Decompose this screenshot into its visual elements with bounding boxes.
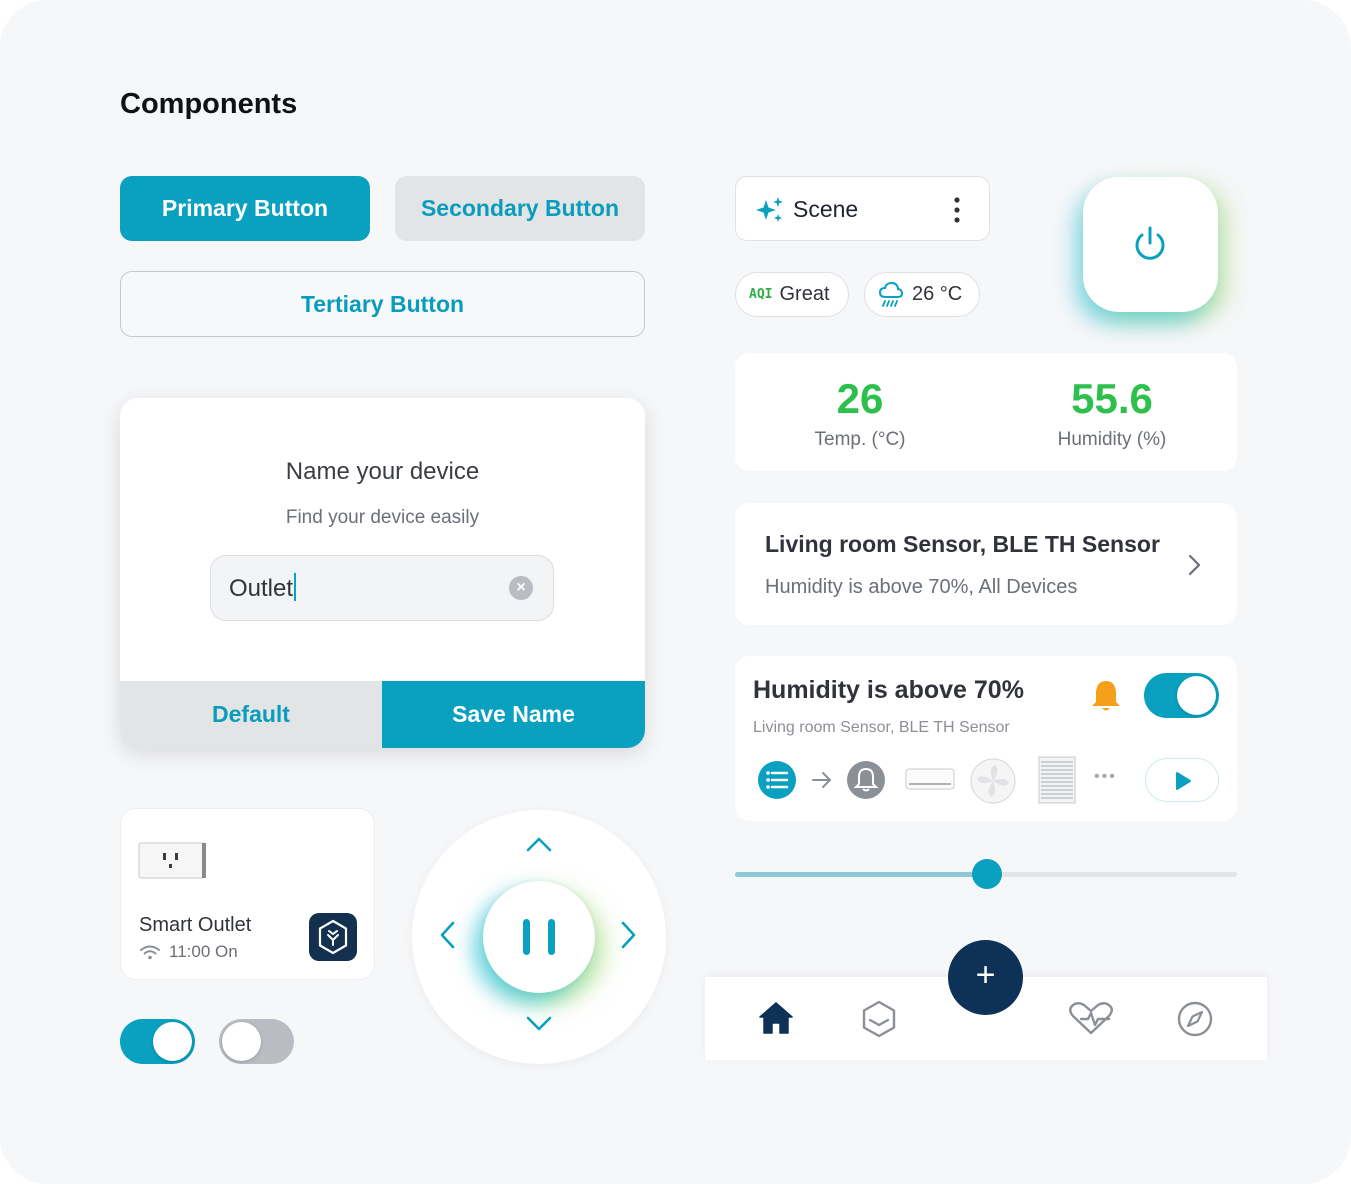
app-badge-icon[interactable] — [309, 913, 357, 961]
smart-outlet-card[interactable]: Smart Outlet 11:00 On — [120, 808, 375, 980]
slider-handle[interactable] — [972, 859, 1002, 889]
chevron-right-icon — [1188, 554, 1201, 576]
automation-subtitle: Living room Sensor, BLE TH Sensor — [753, 719, 1010, 736]
dialog-title: Name your device — [285, 458, 480, 485]
health-heart-icon[interactable] — [1067, 1001, 1115, 1037]
weather-temp: 26 °C — [912, 283, 963, 305]
home-icon[interactable] — [758, 1001, 794, 1035]
sensor-title: Living room Sensor, BLE TH Sensor — [765, 531, 1160, 557]
fan-icon — [970, 758, 1016, 804]
name-device-dialog: Name your device Find your device easily… — [120, 398, 645, 748]
primary-button[interactable]: Primary Button — [120, 176, 370, 241]
page-title: Components — [120, 88, 298, 120]
device-name-value: Outlet — [229, 575, 294, 602]
temperature-label: Temp. (°C) — [814, 429, 906, 450]
device-name-input[interactable]: Outlet × — [210, 555, 554, 621]
clear-icon[interactable]: × — [509, 576, 533, 600]
device-hexagon-icon[interactable] — [861, 1000, 897, 1038]
automation-title: Humidity is above 70% — [753, 676, 1024, 704]
blinds-icon — [1038, 756, 1076, 804]
slider-fill — [735, 872, 987, 877]
power-icon — [1135, 226, 1165, 260]
save-name-button[interactable]: Save Name — [382, 681, 645, 748]
compass-icon[interactable] — [1177, 1001, 1213, 1037]
aqi-value: Great — [779, 283, 830, 305]
tertiary-button[interactable]: Tertiary Button — [120, 271, 645, 337]
chevron-left-icon[interactable] — [438, 920, 456, 950]
components-canvas: Components Primary Button Secondary Butt… — [0, 0, 1351, 1184]
alarm-bell-icon — [847, 761, 885, 799]
default-button[interactable]: Default — [120, 681, 382, 748]
humidity-label: Humidity (%) — [1057, 429, 1167, 450]
outlet-status: 11:00 On — [139, 942, 238, 962]
automation-toggle[interactable] — [1144, 673, 1219, 718]
sensor-stats-card: 26 Temp. (°C) 55.6 Humidity (%) — [735, 353, 1237, 471]
more-vertical-icon[interactable] — [952, 196, 962, 224]
chevron-up-icon[interactable] — [525, 835, 553, 853]
air-conditioner-icon — [905, 768, 955, 790]
temperature-stat: 26 Temp. (°C) — [735, 375, 985, 451]
wifi-icon — [140, 945, 160, 960]
bell-icon — [1092, 681, 1120, 711]
arrow-right-icon — [812, 772, 831, 788]
more-horizontal-icon: ••• — [1094, 768, 1117, 785]
weather-chip[interactable]: 26 °C — [864, 272, 980, 317]
chevron-down-icon[interactable] — [525, 1015, 553, 1033]
humidity-value: 55.6 — [1071, 375, 1153, 422]
sparkle-icon — [756, 197, 783, 222]
aqi-chip[interactable]: AQI Great — [735, 272, 849, 317]
condition-list-icon — [758, 761, 796, 799]
chevron-right-icon[interactable] — [620, 920, 638, 950]
direction-pad — [412, 810, 666, 1064]
rain-cloud-icon — [878, 281, 904, 307]
sensor-subtitle: Humidity is above 70%, All Devices — [765, 576, 1078, 598]
toggle-switch-off[interactable] — [219, 1019, 294, 1064]
pause-icon — [523, 919, 555, 955]
secondary-button[interactable]: Secondary Button — [395, 176, 645, 241]
outlet-device-icon — [138, 842, 206, 879]
toggle-switch-on[interactable] — [120, 1019, 195, 1064]
humidity-stat: 55.6 Humidity (%) — [987, 375, 1237, 451]
temperature-value: 26 — [836, 375, 884, 422]
run-automation-button[interactable] — [1145, 758, 1219, 802]
outlet-status-text: 11:00 On — [169, 942, 238, 961]
pause-button[interactable] — [483, 881, 595, 993]
dialog-subtitle: Find your device easily — [285, 507, 480, 528]
add-button[interactable]: + — [948, 940, 1023, 1015]
power-button[interactable] — [1083, 177, 1218, 312]
automation-card[interactable]: Humidity is above 70% Living room Sensor… — [735, 656, 1237, 821]
outlet-name: Smart Outlet — [139, 914, 252, 936]
sensor-list-item[interactable]: Living room Sensor, BLE TH Sensor Humidi… — [735, 503, 1237, 625]
text-caret — [294, 573, 297, 601]
play-icon — [1176, 772, 1191, 790]
aqi-icon: AQI — [749, 287, 773, 302]
scene-label: Scene — [793, 196, 859, 222]
scene-button[interactable]: Scene — [735, 176, 990, 241]
